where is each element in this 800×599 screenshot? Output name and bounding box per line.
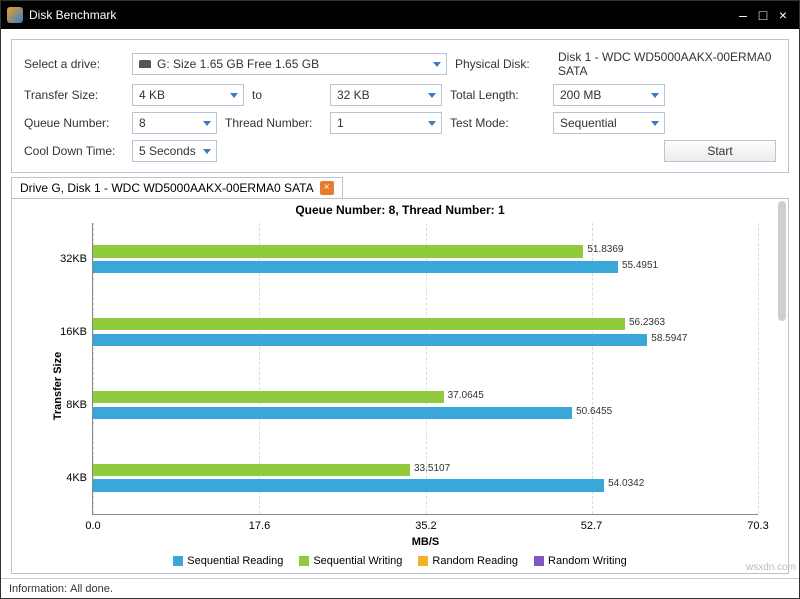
- physical-disk-label: Physical Disk:: [455, 57, 550, 71]
- cool-down-dropdown[interactable]: 5 Seconds: [132, 140, 217, 162]
- test-mode-dropdown[interactable]: Sequential: [553, 112, 665, 134]
- x-tick: 52.7: [581, 520, 602, 532]
- drive-icon: [139, 60, 151, 68]
- thread-number-label: Thread Number:: [225, 116, 322, 130]
- chart-area: Queue Number: 8, Thread Number: 1 Transf…: [11, 198, 789, 574]
- bar-label: 58.5947: [651, 333, 687, 344]
- result-tab[interactable]: Drive G, Disk 1 - WDC WD5000AAKX-00ERMA0…: [11, 177, 343, 198]
- select-drive-label: Select a drive:: [24, 57, 124, 71]
- x-tick: 35.2: [415, 520, 436, 532]
- controls-panel: Select a drive: G: Size 1.65 GB Free 1.6…: [11, 39, 789, 173]
- minimize-button[interactable]: –: [733, 8, 753, 22]
- bar-label: 51.8369: [587, 244, 623, 255]
- maximize-button[interactable]: □: [753, 8, 773, 22]
- scrollbar-thumb[interactable]: [778, 201, 786, 321]
- transfer-size-from-dropdown[interactable]: 4 KB: [132, 84, 244, 106]
- bar-seq-write: [93, 245, 583, 257]
- physical-disk-value: Disk 1 - WDC WD5000AAKX-00ERMA0 SATA: [558, 50, 776, 78]
- bar-label: 50.6455: [576, 406, 612, 417]
- transfer-size-label: Transfer Size:: [24, 88, 124, 102]
- status-bar: Information: All done.: [1, 578, 799, 598]
- queue-number-label: Queue Number:: [24, 116, 124, 130]
- y-tick: 4KB: [59, 472, 87, 484]
- bar-label: 55.4951: [622, 260, 658, 271]
- bar-label: 56.2363: [629, 317, 665, 328]
- app-window: Disk Benchmark – □ × Select a drive: G: …: [0, 0, 800, 599]
- bar-seq-read: [93, 334, 647, 346]
- y-tick: 8KB: [59, 399, 87, 411]
- result-tab-label: Drive G, Disk 1 - WDC WD5000AAKX-00ERMA0…: [20, 181, 314, 195]
- transfer-size-from-value: 4 KB: [139, 88, 165, 102]
- x-tick: 70.3: [747, 520, 768, 532]
- status-label: Information:: [9, 583, 67, 595]
- start-button-label: Start: [707, 144, 732, 158]
- thread-number-dropdown[interactable]: 1: [330, 112, 442, 134]
- cool-down-label: Cool Down Time:: [24, 144, 124, 158]
- legend-rand-write-label: Random Writing: [548, 555, 627, 567]
- x-tick: 0.0: [85, 520, 100, 532]
- tab-close-button[interactable]: ×: [320, 181, 334, 195]
- close-button[interactable]: ×: [773, 8, 793, 22]
- bar-label: 37.0645: [448, 390, 484, 401]
- test-mode-label: Test Mode:: [450, 116, 545, 130]
- legend-seq-read-label: Sequential Reading: [187, 555, 283, 567]
- bar-seq-read: [93, 407, 572, 419]
- title-bar: Disk Benchmark – □ ×: [1, 1, 799, 29]
- legend-seq-read: Sequential Reading: [173, 555, 283, 567]
- start-button[interactable]: Start: [664, 140, 776, 162]
- legend-rand-write: Random Writing: [534, 555, 627, 567]
- bar-seq-read: [93, 261, 618, 273]
- watermark: wsxdn.com: [746, 562, 796, 573]
- total-length-label: Total Length:: [450, 88, 545, 102]
- window-title: Disk Benchmark: [29, 8, 116, 22]
- cool-down-value: 5 Seconds: [139, 144, 196, 158]
- total-length-dropdown[interactable]: 200 MB: [553, 84, 665, 106]
- bar-seq-write: [93, 391, 444, 403]
- legend-seq-write-label: Sequential Writing: [313, 555, 402, 567]
- chart-title: Queue Number: 8, Thread Number: 1: [12, 199, 788, 221]
- bar-label: 33.5107: [414, 463, 450, 474]
- chart-legend: Sequential Reading Sequential Writing Ra…: [12, 555, 788, 567]
- transfer-size-to-value: 32 KB: [337, 88, 370, 102]
- legend-seq-write: Sequential Writing: [299, 555, 402, 567]
- test-mode-value: Sequential: [560, 116, 617, 130]
- legend-rand-read-label: Random Reading: [432, 555, 518, 567]
- tab-bar: Drive G, Disk 1 - WDC WD5000AAKX-00ERMA0…: [11, 177, 789, 198]
- bar-label: 54.0342: [608, 478, 644, 489]
- chart-plot: 0.017.635.252.770.3MB/S32KB51.836955.495…: [92, 223, 758, 515]
- queue-number-dropdown[interactable]: 8: [132, 112, 217, 134]
- total-length-value: 200 MB: [560, 88, 601, 102]
- select-drive-dropdown[interactable]: G: Size 1.65 GB Free 1.65 GB: [132, 53, 447, 75]
- chart-scrollbar[interactable]: [778, 201, 786, 571]
- y-tick: 32KB: [59, 253, 87, 265]
- bar-seq-write: [93, 464, 410, 476]
- x-axis-label: MB/S: [412, 536, 440, 548]
- app-icon: [7, 7, 23, 23]
- status-value: All done.: [70, 583, 113, 595]
- to-label: to: [252, 88, 322, 102]
- bar-seq-read: [93, 479, 604, 491]
- bar-seq-write: [93, 318, 625, 330]
- queue-number-value: 8: [139, 116, 146, 130]
- y-tick: 16KB: [59, 326, 87, 338]
- select-drive-value: G: Size 1.65 GB Free 1.65 GB: [157, 57, 319, 71]
- thread-number-value: 1: [337, 116, 344, 130]
- transfer-size-to-dropdown[interactable]: 32 KB: [330, 84, 442, 106]
- x-tick: 17.6: [249, 520, 270, 532]
- legend-rand-read: Random Reading: [418, 555, 518, 567]
